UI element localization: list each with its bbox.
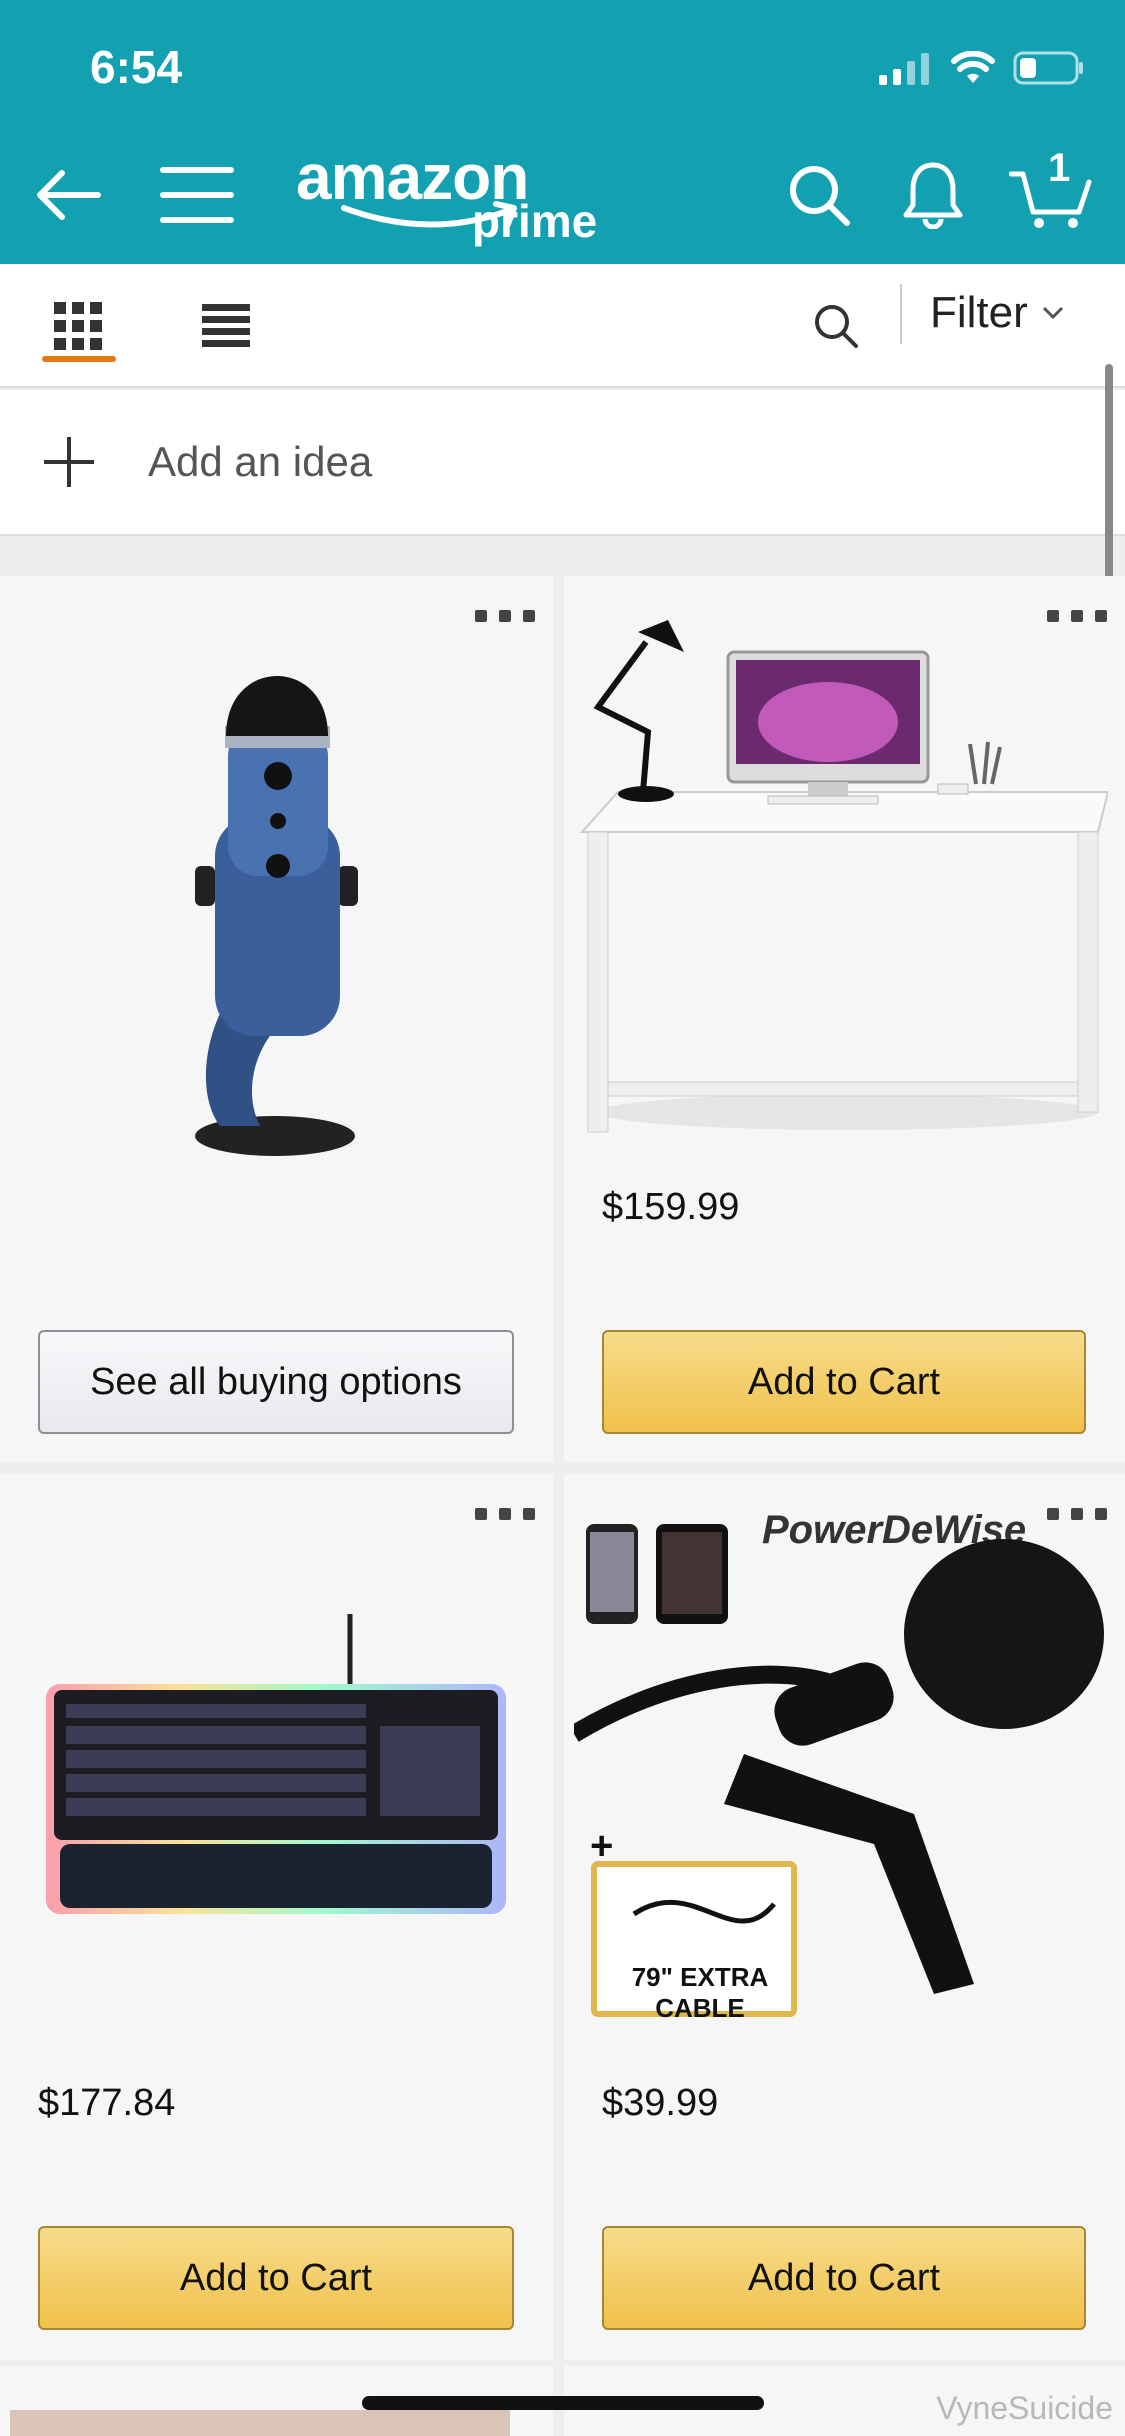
- product-price: $39.99: [602, 2082, 719, 2124]
- bell-icon: [903, 162, 963, 229]
- add-idea-label: Add an idea: [148, 438, 373, 485]
- amazon-prime-logo[interactable]: amazon prime: [296, 140, 598, 250]
- add-to-cart-button[interactable]: Add to Cart: [602, 1330, 1086, 1434]
- status-bar: 6:54: [0, 0, 1125, 140]
- grid-view-button[interactable]: [38, 286, 118, 366]
- product-image-lavalier-mic[interactable]: +: [574, 1514, 1114, 2034]
- status-icons: [877, 48, 1085, 88]
- status-time: 6:54: [90, 41, 183, 93]
- signal-icon: [879, 53, 929, 85]
- chevron-down-icon: [1042, 306, 1063, 320]
- product-card[interactable]: $177.84 Add to Cart: [0, 1474, 553, 2360]
- back-button[interactable]: [22, 150, 112, 240]
- navigation-bar: amazon prime 1: [0, 140, 1125, 264]
- back-arrow-icon: [37, 170, 101, 220]
- menu-button[interactable]: [152, 150, 242, 240]
- hamburger-menu-icon: [160, 167, 234, 223]
- list-search-button[interactable]: [796, 286, 876, 366]
- watermark: VyneSuicide: [936, 2390, 1113, 2426]
- filter-label: Filter: [930, 288, 1028, 337]
- svg-text:+: +: [590, 1824, 613, 1868]
- product-image-keyboard[interactable]: [40, 1614, 520, 1934]
- product-card[interactable]: PowerDeWise + 79" EXTRA CABLE $39.99 Add…: [564, 1474, 1125, 2360]
- product-price: $177.84: [38, 2082, 176, 2124]
- search-button[interactable]: [774, 150, 864, 240]
- grid-view-icon: [54, 302, 102, 350]
- top-bar: 6:54 amazon prime 1: [0, 0, 1125, 264]
- list-view-icon: [202, 304, 250, 347]
- search-icon: [815, 305, 858, 348]
- search-icon: [790, 166, 850, 226]
- active-view-indicator: [42, 356, 116, 362]
- product-card[interactable]: $159.99 Add to Cart: [564, 576, 1125, 1462]
- logo-subtext: prime: [472, 195, 598, 247]
- product-image-desk[interactable]: [578, 612, 1108, 1152]
- add-to-cart-button[interactable]: Add to Cart: [38, 2226, 514, 2330]
- home-indicator[interactable]: [362, 2396, 764, 2410]
- battery-icon: [1013, 51, 1083, 85]
- wifi-icon: [951, 51, 995, 83]
- notifications-button[interactable]: [888, 150, 978, 240]
- cart-count-badge: 1: [1048, 146, 1071, 190]
- product-card[interactable]: See all buying options: [0, 576, 553, 1462]
- filter-button[interactable]: Filter: [930, 288, 1064, 338]
- toolbar-divider: [900, 284, 902, 344]
- scrollbar[interactable]: [1105, 364, 1113, 594]
- more-options-icon[interactable]: [475, 610, 535, 628]
- list-view-button[interactable]: [186, 286, 266, 366]
- plus-icon: [44, 437, 94, 487]
- partial-product-image: [10, 2410, 510, 2436]
- more-options-icon[interactable]: [475, 1508, 535, 1526]
- product-image-microphone[interactable]: [150, 616, 400, 1156]
- product-price: $159.99: [602, 1186, 740, 1228]
- image-badge-text: 79" EXTRA CABLE: [631, 1962, 769, 2023]
- see-all-buying-options-button[interactable]: See all buying options: [38, 1330, 514, 1434]
- add-to-cart-button[interactable]: Add to Cart: [602, 2226, 1086, 2330]
- add-idea-row[interactable]: Add an idea: [0, 390, 1125, 536]
